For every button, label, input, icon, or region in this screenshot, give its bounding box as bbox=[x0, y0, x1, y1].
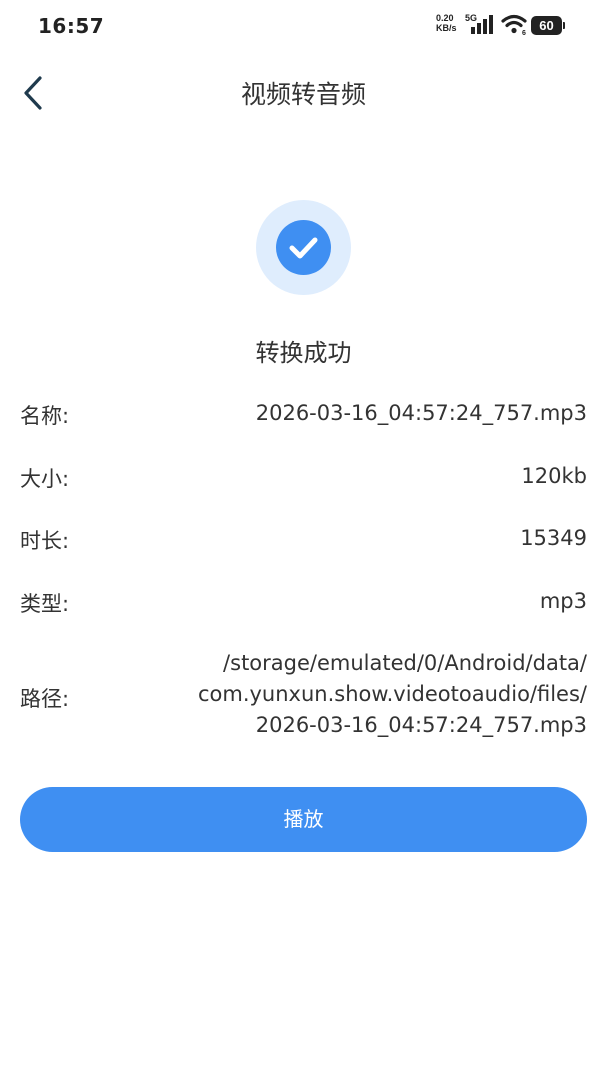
network-speed-value: 0.20 bbox=[436, 13, 454, 23]
status-bar: 16:57 0.20 KB/s 5G 6 60 bbox=[0, 0, 607, 56]
network-speed-unit: KB/s bbox=[436, 23, 457, 33]
duration-label: 时长: bbox=[20, 529, 70, 553]
page-title: 视频转音频 bbox=[240, 80, 366, 109]
size-label: 大小: bbox=[20, 467, 70, 491]
wifi-icon: 6 bbox=[501, 14, 527, 36]
path-line: 2026-03-16_04:57:24_757.mp3 bbox=[255, 713, 587, 737]
battery-icon: 60 bbox=[531, 16, 565, 35]
path-label: 路径: bbox=[20, 687, 70, 711]
size-value: 120kb bbox=[521, 464, 587, 488]
path-line: com.yunxun.show.videotoaudio/files/ bbox=[197, 682, 587, 706]
duration-value: 15349 bbox=[520, 526, 587, 550]
type-label: 类型: bbox=[20, 592, 70, 616]
svg-text:6: 6 bbox=[522, 30, 526, 36]
check-circle-icon bbox=[276, 220, 331, 275]
battery-level: 60 bbox=[539, 18, 554, 33]
name-value: 2026-03-16_04:57:24_757.mp3 bbox=[255, 401, 587, 425]
type-value: mp3 bbox=[539, 589, 587, 613]
success-message: 转换成功 bbox=[255, 339, 352, 367]
name-label: 名称: bbox=[20, 404, 70, 428]
success-indicator bbox=[256, 200, 351, 295]
status-time: 16:57 bbox=[38, 14, 105, 38]
play-button[interactable]: 播放 bbox=[20, 787, 587, 852]
network-speed: 0.20 KB/s 5G bbox=[436, 13, 477, 33]
path-value: /storage/emulated/0/Android/data/ com.yu… bbox=[198, 648, 587, 741]
signal-icon bbox=[471, 15, 493, 34]
path-line: /storage/emulated/0/Android/data/ bbox=[223, 651, 587, 675]
